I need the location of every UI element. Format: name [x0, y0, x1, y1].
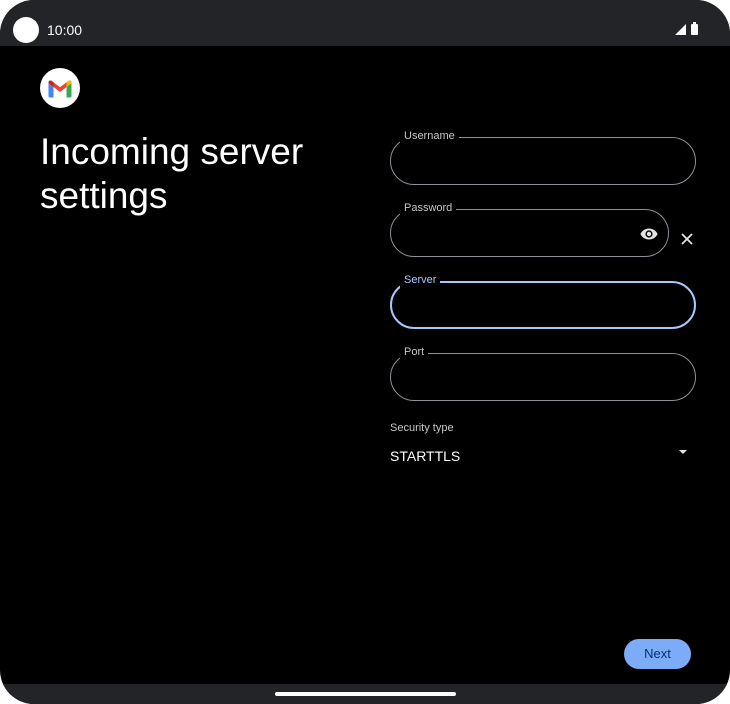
signal-icon: [675, 24, 686, 35]
server-field[interactable]: Server: [390, 272, 696, 329]
gmail-m-icon: [48, 80, 72, 98]
username-input[interactable]: [405, 148, 649, 176]
eye-icon: [640, 228, 658, 240]
front-camera: [13, 17, 39, 43]
password-field[interactable]: Password: [390, 200, 669, 257]
server-label: Server: [400, 272, 441, 288]
security-type-dropdown[interactable]: STARTTLS: [390, 444, 696, 470]
server-input[interactable]: [406, 293, 650, 321]
dropdown-arrow-icon: [679, 450, 687, 454]
status-bar: 10:00: [0, 0, 730, 46]
next-button[interactable]: Next: [624, 639, 691, 669]
status-time: 10:00: [47, 22, 83, 38]
port-field[interactable]: Port: [390, 344, 696, 401]
device-screen: 10:00 Incoming server settings Username …: [0, 0, 730, 704]
navigation-bar: [0, 684, 730, 704]
page-title: Incoming server settings: [40, 131, 304, 216]
security-type-value: STARTTLS: [390, 448, 461, 464]
home-gesture-handle[interactable]: [275, 692, 456, 696]
clear-password-button[interactable]: [676, 228, 698, 250]
port-input[interactable]: [405, 364, 649, 392]
system-icons: [675, 22, 698, 35]
password-label: Password: [400, 200, 457, 216]
battery-icon: [691, 22, 698, 35]
password-input[interactable]: [405, 220, 619, 248]
username-field[interactable]: Username: [390, 128, 696, 185]
port-label: Port: [400, 344, 429, 360]
username-label: Username: [400, 128, 459, 144]
gmail-logo: [40, 68, 80, 108]
close-icon: [681, 233, 693, 245]
security-type-label: Security type: [390, 422, 454, 434]
show-password-button[interactable]: [638, 223, 660, 245]
